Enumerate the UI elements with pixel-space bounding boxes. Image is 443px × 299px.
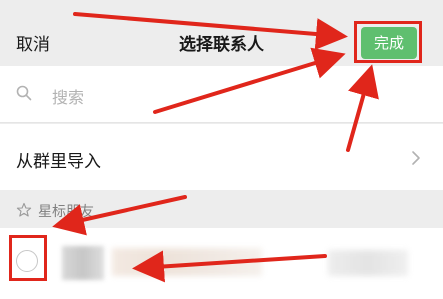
starred-friends-header: 星标朋友 (0, 192, 443, 228)
import-from-group-label: 从群里导入 (16, 152, 101, 172)
contact-row[interactable] (0, 228, 443, 299)
search-placeholder[interactable]: 搜索 (52, 84, 84, 108)
search-icon (16, 85, 32, 101)
avatar (62, 246, 104, 280)
done-highlight-box (354, 21, 422, 63)
divider (0, 122, 443, 123)
radio-highlight-box (9, 235, 47, 281)
section-label: 星标朋友 (38, 204, 94, 220)
contact-name (112, 248, 262, 276)
search-bar[interactable]: 搜索 (0, 66, 443, 122)
chevron-right-icon (412, 151, 420, 165)
contact-extra (328, 250, 408, 276)
star-icon (16, 202, 32, 217)
import-from-group-row[interactable]: 从群里导入 (0, 124, 443, 190)
select-contact-screen: 取消 选择联系人 完成 搜索 从群里导入 星标朋友 (0, 0, 443, 299)
